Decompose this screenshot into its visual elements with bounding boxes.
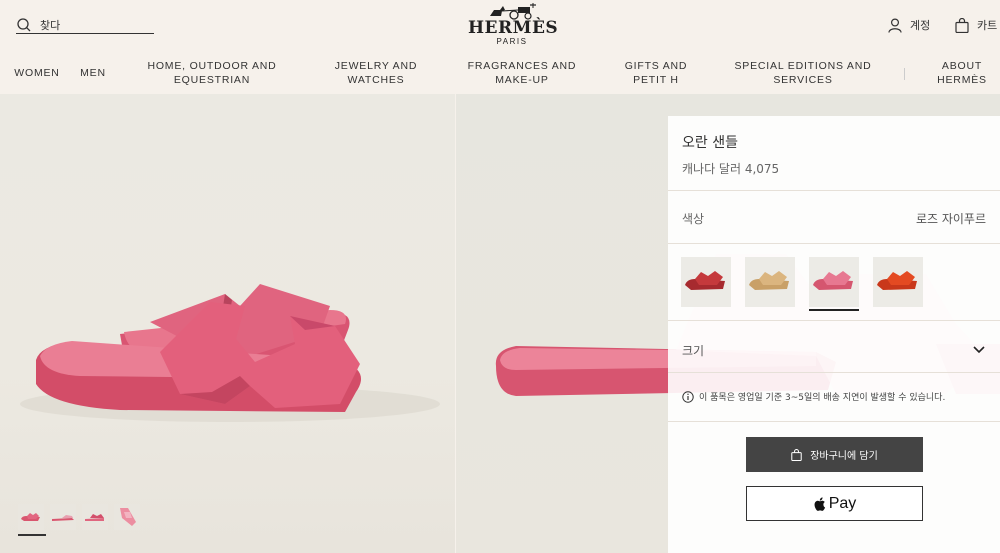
shopping-bag-icon	[791, 448, 802, 461]
cart-link[interactable]: 카트	[955, 16, 997, 34]
product-price: 캐나다 달러 4,075	[682, 162, 780, 176]
brand-city: PARIS	[496, 37, 528, 46]
shipping-notice: 이 품목은 영업일 기준 3~5일의 배송 지연이 발생할 수 있습니다.	[682, 390, 945, 403]
add-to-bag-button[interactable]: 장바구니에 담기	[746, 437, 923, 472]
nav-women[interactable]: WOMEN	[8, 58, 66, 88]
divider	[668, 243, 1000, 244]
divider	[668, 372, 1000, 373]
color-swatch-pink[interactable]	[809, 257, 859, 311]
color-swatch-red[interactable]	[681, 257, 731, 307]
thumbnail-1[interactable]	[18, 504, 46, 536]
nav-jewelry-watches[interactable]: JEWELRY AND WATCHES	[320, 58, 432, 88]
site-header: 찾다 HERMÈS PARIS 계정 카트 WOMEN MEN HOME, OU…	[0, 0, 1000, 94]
user-icon	[888, 17, 902, 33]
color-label: 색상	[682, 212, 705, 226]
chevron-down-icon[interactable]	[972, 342, 986, 356]
product-title: 오란 샌들	[682, 135, 738, 151]
sandal-thumbnail-image	[82, 504, 108, 530]
product-panel: 오란 샌들 캐나다 달러 4,075 색상 로즈 자이푸르 크기 이 품목은 영…	[668, 116, 1000, 553]
divider	[668, 320, 1000, 321]
sandal-pair-image	[20, 284, 440, 422]
shipping-notice-text: 이 품목은 영업일 기준 3~5일의 배송 지연이 발생할 수 있습니다.	[699, 393, 946, 403]
nav-men[interactable]: MEN	[74, 58, 112, 88]
brand-name: HERMÈS	[468, 18, 559, 38]
thumbnail-3[interactable]	[82, 504, 108, 530]
search-label: 찾다	[40, 19, 61, 32]
search-icon	[17, 18, 31, 32]
cart-label: 카트	[977, 19, 998, 32]
apple-pay-label: Pay	[828, 494, 857, 512]
nav-home-outdoor-equestrian[interactable]: HOME, OUTDOOR AND EQUESTRIAN	[140, 58, 284, 88]
nav-fragrances-makeup[interactable]: FRAGRANCES AND MAKE-UP	[460, 58, 584, 88]
pink-sandal-swatch-image	[809, 257, 859, 307]
color-swatches	[681, 257, 923, 311]
size-label: 크기	[682, 344, 705, 358]
thumbnail-2[interactable]	[50, 504, 76, 530]
account-link[interactable]: 계정	[888, 16, 930, 34]
apple-logo-icon	[814, 496, 825, 511]
sandal-thumbnail-image	[50, 504, 76, 530]
info-icon	[682, 390, 694, 403]
red-sandal-swatch-image	[681, 257, 731, 307]
thumbnail-4[interactable]	[114, 504, 140, 530]
search-input[interactable]: 찾다	[16, 16, 154, 34]
apple-pay-button[interactable]: Pay	[746, 486, 923, 521]
color-swatch-tan[interactable]	[745, 257, 795, 307]
color-swatch-orange[interactable]	[873, 257, 923, 307]
sandal-thumbnail-image	[18, 504, 44, 530]
account-label: 계정	[910, 19, 931, 32]
main-navigation: WOMEN MEN HOME, OUTDOOR AND EQUESTRIAN J…	[0, 58, 1000, 88]
nav-gifts-petit-h[interactable]: GIFTS AND PETIT H	[612, 58, 700, 88]
brand-logo[interactable]: HERMÈS PARIS	[468, 2, 559, 48]
nav-special-editions-services[interactable]: SPECIAL EDITIONS AND SERVICES	[728, 58, 878, 88]
nav-about-hermes[interactable]: ABOUT HERMÈS	[924, 58, 1000, 88]
shopping-bag-icon	[955, 17, 969, 33]
divider	[668, 190, 1000, 191]
orange-sandal-swatch-image	[873, 257, 923, 307]
sandal-thumbnail-image	[114, 504, 140, 530]
color-value: 로즈 자이푸르	[915, 212, 986, 226]
add-to-bag-label: 장바구니에 담기	[810, 451, 878, 462]
product-photo-main[interactable]	[0, 94, 455, 553]
gallery-thumbnails	[18, 504, 140, 536]
divider	[668, 421, 1000, 422]
nav-divider	[904, 68, 905, 80]
tan-sandal-swatch-image	[745, 257, 795, 307]
